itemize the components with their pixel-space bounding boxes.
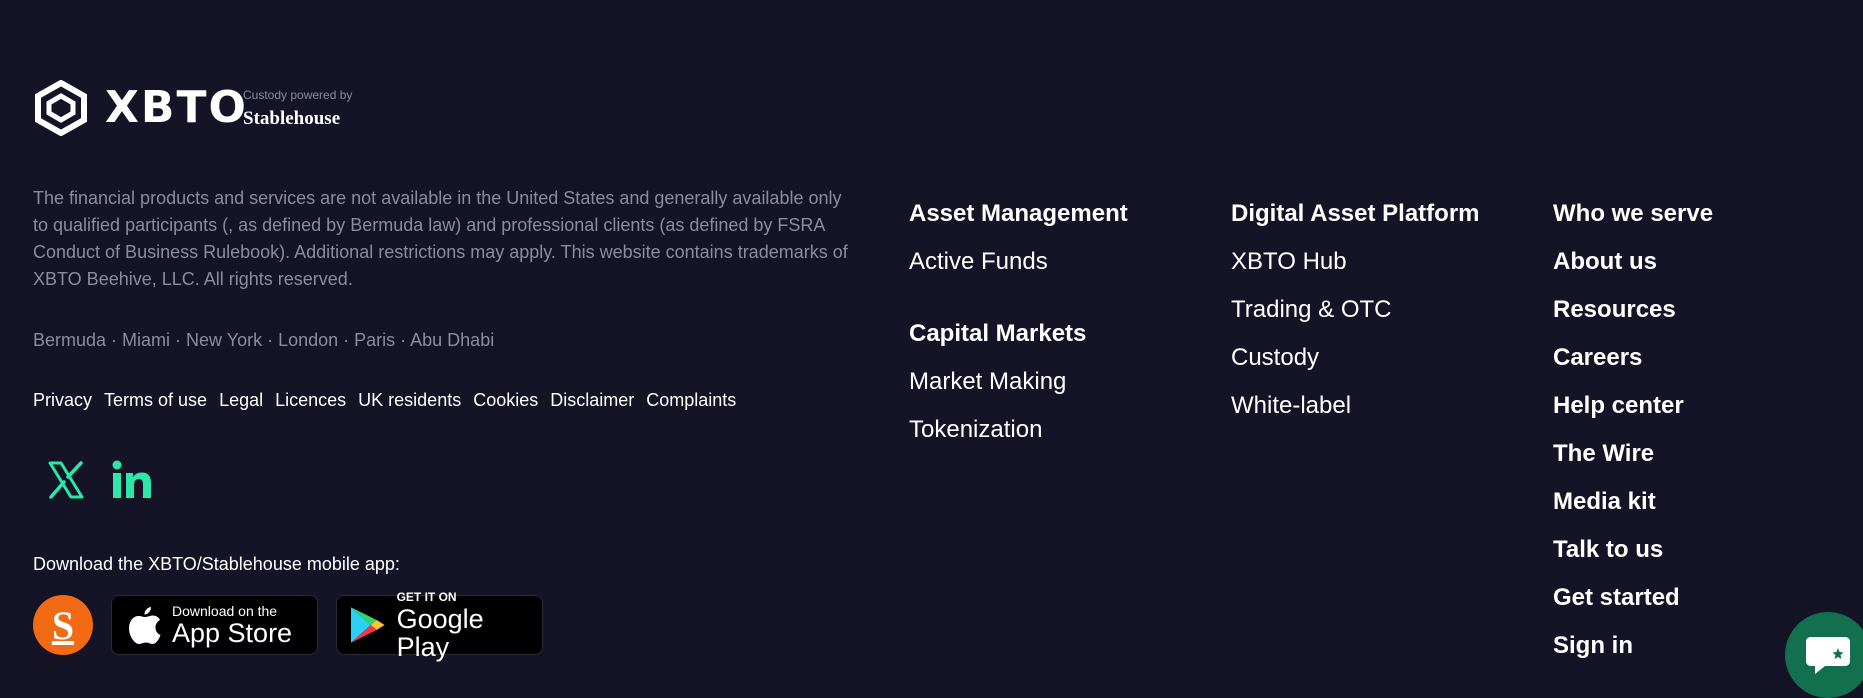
nav-custody[interactable]: Custody bbox=[1231, 334, 1480, 382]
complaints-link[interactable]: Complaints bbox=[646, 387, 736, 413]
terms-of-use-link[interactable]: Terms of use bbox=[104, 387, 207, 413]
nav-careers[interactable]: Careers bbox=[1553, 334, 1713, 382]
nav-active-funds[interactable]: Active Funds bbox=[909, 238, 1128, 286]
apple-icon bbox=[129, 607, 161, 644]
uk-residents-link[interactable]: UK residents bbox=[358, 387, 461, 413]
legal-links: Privacy Terms of use Legal Licences UK r… bbox=[33, 387, 736, 413]
google-play-small-text: GET IT ON bbox=[396, 589, 457, 604]
download-app-label: Download the XBTO/Stablehouse mobile app… bbox=[33, 554, 400, 574]
google-play-big-text: Google Play bbox=[396, 603, 484, 662]
nav-digital-asset-platform[interactable]: Digital Asset Platform bbox=[1231, 190, 1480, 238]
nav-tokenization[interactable]: Tokenization bbox=[909, 406, 1128, 454]
nav-resources[interactable]: Resources bbox=[1553, 286, 1713, 334]
nav-about-us[interactable]: About us bbox=[1553, 238, 1713, 286]
nav-help-center[interactable]: Help center bbox=[1553, 382, 1713, 430]
stablehouse-letter: S bbox=[51, 602, 75, 648]
nav-market-making[interactable]: Market Making bbox=[909, 358, 1128, 406]
nav-talk-to-us[interactable]: Talk to us bbox=[1553, 526, 1713, 574]
stablehouse-app-icon[interactable]: S bbox=[33, 595, 93, 655]
nav-trading-otc[interactable]: Trading & OTC bbox=[1231, 286, 1480, 334]
social-links bbox=[44, 458, 154, 502]
office-locations: Bermuda · Miami · New York · London · Pa… bbox=[33, 330, 495, 350]
cookies-link[interactable]: Cookies bbox=[473, 387, 538, 413]
legal-link[interactable]: Legal bbox=[219, 387, 263, 413]
nav-media-kit[interactable]: Media kit bbox=[1553, 478, 1713, 526]
linkedin-icon[interactable] bbox=[110, 458, 154, 502]
app-store-button[interactable]: Download on the App Store bbox=[111, 595, 318, 655]
licences-link[interactable]: Licences bbox=[275, 387, 346, 413]
google-play-icon bbox=[350, 607, 385, 643]
nav-xbto-hub[interactable]: XBTO Hub bbox=[1231, 238, 1480, 286]
nav-the-wire[interactable]: The Wire bbox=[1553, 430, 1713, 478]
nav-who-we-serve[interactable]: Who we serve bbox=[1553, 190, 1713, 238]
nav-asset-management[interactable]: Asset Management bbox=[909, 190, 1128, 238]
stablehouse-brand: Stablehouse bbox=[243, 108, 341, 129]
nav-sign-in[interactable]: Sign in bbox=[1553, 622, 1713, 670]
app-store-small-text: Download on the bbox=[172, 602, 278, 619]
nav-get-started[interactable]: Get started bbox=[1553, 574, 1713, 622]
nav-column-products: Asset Management Active Funds Capital Ma… bbox=[909, 190, 1128, 454]
chat-icon bbox=[1806, 637, 1850, 674]
custody-label: Custody powered by bbox=[243, 88, 353, 102]
chat-button[interactable] bbox=[1785, 612, 1863, 698]
custody-powered-by: Custody powered by Stablehouse bbox=[243, 88, 352, 130]
xbto-logo-icon bbox=[35, 80, 87, 136]
logo-text: XBTO bbox=[105, 82, 248, 133]
xbto-logo[interactable]: XBTO bbox=[33, 80, 248, 136]
google-play-button[interactable]: GET IT ON Google Play bbox=[336, 590, 543, 661]
x-twitter-icon[interactable] bbox=[44, 458, 88, 502]
privacy-link[interactable]: Privacy bbox=[33, 387, 92, 413]
disclaimer-link[interactable]: Disclaimer bbox=[550, 387, 634, 413]
legal-disclaimer: The financial products and services are … bbox=[33, 188, 848, 289]
nav-white-label[interactable]: White-label bbox=[1231, 382, 1480, 430]
nav-column-platform: Digital Asset Platform XBTO Hub Trading … bbox=[1231, 190, 1480, 430]
app-store-big-text: App Store bbox=[172, 617, 293, 648]
nav-column-company: Who we serve About us Resources Careers … bbox=[1553, 190, 1713, 670]
app-download-badges: S Download on the App Store GET IT ON Go… bbox=[33, 590, 543, 661]
nav-capital-markets[interactable]: Capital Markets bbox=[909, 310, 1128, 358]
